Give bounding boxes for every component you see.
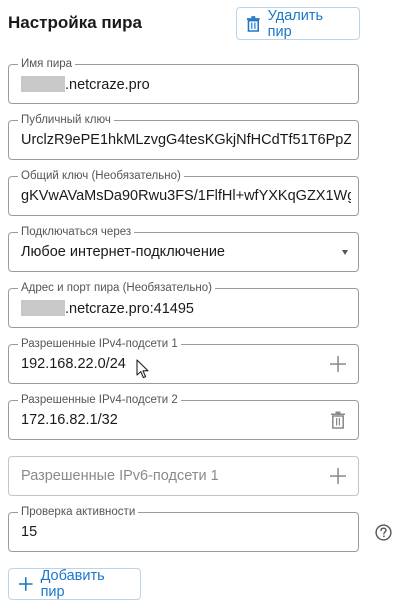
ipv4-subnet-2-field[interactable]: Разрешенные IPv4-подсети 2 172.16.82.1/3… (8, 393, 359, 440)
public-key-field[interactable]: Публичный ключ UrclzR9ePE1hkMLzvgG4tesKG… (8, 113, 359, 160)
keepalive-field[interactable]: Проверка активности 15 (8, 505, 359, 552)
peer-name-label: Имя пира (18, 57, 76, 71)
redacted-block (21, 300, 65, 316)
keepalive-value: 15 (21, 524, 38, 540)
public-key-label: Публичный ключ (18, 113, 114, 127)
endpoint-value: .netcraze.pro:41495 (65, 301, 194, 317)
public-key-value: UrclzR9ePE1hkMLzvgG4tesKGkjNfHCdTf51T6Pp… (21, 132, 351, 148)
delete-peer-button[interactable]: Удалить пир (236, 7, 360, 40)
shared-key-value: gKVwAVaMsDa90Rwu3FS/1FlfHl+wfYXKqGZX1Wgk (21, 188, 351, 204)
ipv4-subnet-2-label: Разрешенные IPv4-подсети 2 (18, 393, 181, 407)
peer-name-field[interactable]: Имя пира .netcraze.pro (8, 57, 359, 104)
connect-via-select[interactable]: Подключаться через Любое интернет-подклю… (8, 225, 359, 272)
connect-via-value: Любое интернет-подключение (21, 244, 225, 260)
ipv6-subnet-1-placeholder: Разрешенные IPv6-подсети 1 (21, 468, 219, 484)
trash-icon (247, 15, 260, 32)
delete-peer-label: Удалить пир (267, 7, 324, 40)
shared-key-field[interactable]: Общий ключ (Необязательно) gKVwAVaMsDa90… (8, 169, 359, 216)
peer-name-value: .netcraze.pro (65, 77, 150, 93)
page-title: Настройка пира (8, 13, 142, 32)
plus-icon (19, 577, 33, 591)
ipv6-subnet-1-field[interactable]: Разрешенные IPv6-подсети 1 (8, 456, 359, 496)
add-peer-button[interactable]: Добавить пир (8, 568, 141, 600)
caret-down-icon (342, 250, 348, 255)
plus-icon[interactable] (328, 466, 348, 486)
question-circle-icon[interactable] (375, 524, 392, 541)
redacted-block (21, 76, 65, 92)
ipv4-subnet-1-label: Разрешенные IPv4-подсети 1 (18, 337, 181, 351)
connect-via-label: Подключаться через (18, 225, 135, 239)
mouse-cursor-icon (136, 359, 149, 379)
endpoint-field[interactable]: Адрес и порт пира (Необязательно) .netcr… (8, 281, 359, 328)
shared-key-label: Общий ключ (Необязательно) (18, 169, 184, 183)
endpoint-label: Адрес и порт пира (Необязательно) (18, 281, 215, 295)
ipv4-subnet-1-value: 192.168.22.0/24 (21, 356, 126, 372)
ipv4-subnet-2-value: 172.16.82.1/32 (21, 412, 118, 428)
keepalive-label: Проверка активности (18, 505, 139, 519)
add-peer-label: Добавить пир (40, 568, 105, 600)
ipv4-subnet-1-field[interactable]: Разрешенные IPv4-подсети 1 192.168.22.0/… (8, 337, 359, 384)
trash-icon[interactable] (328, 410, 348, 430)
plus-icon[interactable] (328, 354, 348, 374)
